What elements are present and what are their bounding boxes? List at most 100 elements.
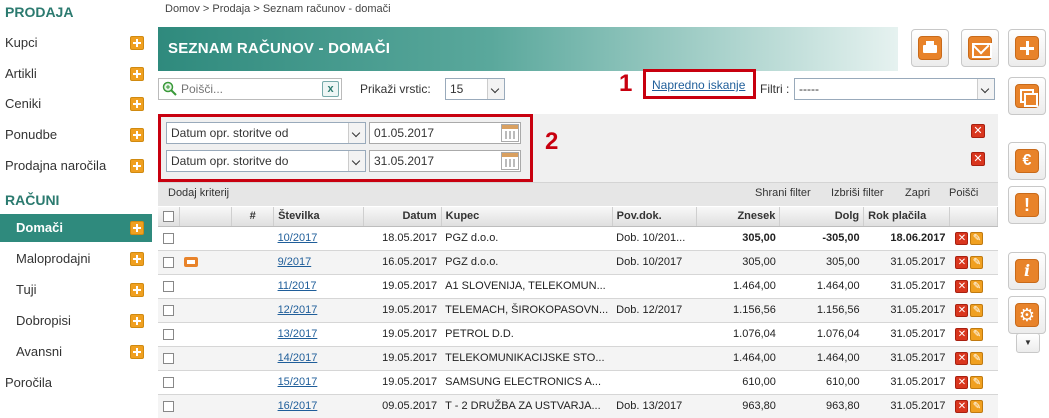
table-row[interactable]: 11/2017 19.05.2017 A1 SLOVENIJA, TELEKOMUN… xyxy=(158,274,998,299)
remove-criterion-icon[interactable]: ✕ xyxy=(971,152,985,166)
add-button[interactable] xyxy=(1008,29,1046,67)
row-checkbox[interactable] xyxy=(163,352,175,364)
invoice-number-link[interactable]: 16/2017 xyxy=(278,400,318,412)
delete-icon[interactable]: ✕ xyxy=(955,231,969,245)
edit-icon[interactable]: ✎ xyxy=(970,399,984,413)
search-input[interactable] xyxy=(181,81,321,97)
delete-icon[interactable]: ✕ xyxy=(955,303,969,317)
row-checkbox[interactable] xyxy=(163,328,175,340)
row-select-cell[interactable] xyxy=(158,250,180,275)
sidebar-item-dobropisi[interactable]: Dobropisi xyxy=(0,307,152,335)
filter-select[interactable]: ----- xyxy=(794,78,995,100)
row-select-cell[interactable] xyxy=(158,274,180,299)
add-icon[interactable] xyxy=(130,314,144,328)
remove-criterion-icon[interactable]: ✕ xyxy=(971,124,985,138)
delete-icon[interactable]: ✕ xyxy=(955,255,969,269)
edit-icon[interactable]: ✎ xyxy=(970,327,984,341)
edit-icon[interactable]: ✎ xyxy=(970,279,984,293)
edit-icon[interactable]: ✎ xyxy=(970,303,984,317)
close-button[interactable]: Zapri xyxy=(905,187,930,199)
row-select-cell[interactable] xyxy=(158,370,180,395)
warning-button[interactable]: ! xyxy=(1008,186,1046,224)
column-header-reference[interactable]: Pov.dok. xyxy=(612,207,697,227)
sidebar-item-porocila[interactable]: Poročila xyxy=(0,369,152,397)
delete-icon[interactable]: ✕ xyxy=(955,399,969,413)
table-row[interactable]: 14/2017 19.05.2017 TELEKOMUNIKACIJSKE STO.… xyxy=(158,346,998,371)
add-icon[interactable] xyxy=(130,36,144,50)
table-row[interactable]: 10/2017 18.05.2017 PGZ d.o.o. Dob. 10/201..… xyxy=(158,226,998,251)
column-header-due-date[interactable]: Rok plačila xyxy=(863,207,950,227)
sidebar-item-ponudbe[interactable]: Ponudbe xyxy=(0,121,152,149)
column-header-customer[interactable]: Kupec xyxy=(441,207,613,227)
save-filter-button[interactable]: Shrani filter xyxy=(755,187,811,199)
edit-icon[interactable]: ✎ xyxy=(970,231,984,245)
email-button[interactable] xyxy=(961,29,999,67)
row-checkbox[interactable] xyxy=(163,280,175,292)
edit-icon[interactable]: ✎ xyxy=(970,255,984,269)
row-select-cell[interactable] xyxy=(158,298,180,323)
clear-search-button[interactable]: x xyxy=(322,81,339,97)
add-icon[interactable] xyxy=(130,128,144,142)
row-checkbox[interactable] xyxy=(163,232,175,244)
row-select-cell[interactable] xyxy=(158,394,180,418)
delete-filter-button[interactable]: Izbriši filter xyxy=(831,187,884,199)
table-row[interactable]: 12/2017 19.05.2017 TELEMACH, ŠIROKOPASOVN.… xyxy=(158,298,998,323)
sidebar-item-prodajna-narocila[interactable]: Prodajna naročila xyxy=(0,152,152,180)
sidebar-item-maloprodajni[interactable]: Maloprodajni xyxy=(0,245,152,273)
column-header-debt[interactable]: Dolg xyxy=(779,207,865,227)
table-row[interactable]: 16/2017 09.05.2017 T - 2 DRUŽBA ZA USTVARJ… xyxy=(158,394,998,418)
row-select-cell[interactable] xyxy=(158,346,180,371)
print-button[interactable] xyxy=(911,29,949,67)
row-checkbox[interactable] xyxy=(163,304,175,316)
search-button[interactable]: Poišči xyxy=(949,187,978,199)
select-all-cell[interactable] xyxy=(158,207,181,227)
row-checkbox[interactable] xyxy=(163,256,175,268)
delete-icon[interactable]: ✕ xyxy=(955,351,969,365)
row-select-cell[interactable] xyxy=(158,322,180,347)
invoice-number-link[interactable]: 11/2017 xyxy=(278,280,317,292)
sidebar-item-avansni[interactable]: Avansni xyxy=(0,338,152,366)
delete-icon[interactable]: ✕ xyxy=(955,279,969,293)
more-options-button[interactable]: ▼ xyxy=(1016,333,1040,353)
row-select-cell[interactable] xyxy=(158,226,180,251)
sidebar-item-artikli[interactable]: Artikli xyxy=(0,60,152,88)
add-icon[interactable] xyxy=(130,283,144,297)
column-header-index[interactable]: # xyxy=(231,207,275,227)
row-checkbox[interactable] xyxy=(163,400,175,412)
add-icon[interactable] xyxy=(130,67,144,81)
sidebar-item-domaci[interactable]: Domači xyxy=(0,214,152,242)
delete-icon[interactable]: ✕ xyxy=(955,327,969,341)
add-criterion-button[interactable]: Dodaj kriterij xyxy=(168,187,229,199)
add-icon[interactable] xyxy=(130,221,144,235)
add-icon[interactable] xyxy=(130,252,144,266)
breadcrumb[interactable]: Domov > Prodaja > Seznam računov - domač… xyxy=(165,3,391,15)
select-all-checkbox[interactable] xyxy=(163,210,175,222)
sidebar-item-ceniki[interactable]: Ceniki xyxy=(0,90,152,118)
invoice-number-link[interactable]: 12/2017 xyxy=(278,304,318,316)
sidebar-item-kupci[interactable]: Kupci xyxy=(0,29,152,57)
edit-icon[interactable]: ✎ xyxy=(970,375,984,389)
advanced-search-link[interactable]: Napredno iskanje xyxy=(652,78,745,92)
add-icon[interactable] xyxy=(130,159,144,173)
edit-icon[interactable]: ✎ xyxy=(970,351,984,365)
rows-per-page-select[interactable]: 15 xyxy=(445,78,505,100)
invoice-number-link[interactable]: 13/2017 xyxy=(278,328,318,340)
payment-button[interactable]: € xyxy=(1008,142,1046,180)
column-header-number[interactable]: Številka xyxy=(273,207,364,227)
delete-icon[interactable]: ✕ xyxy=(955,375,969,389)
invoice-number-link[interactable]: 10/2017 xyxy=(278,232,318,244)
add-icon[interactable] xyxy=(130,97,144,111)
settings-button[interactable]: ⚙ xyxy=(1008,296,1046,334)
column-header-amount[interactable]: Znesek xyxy=(696,207,781,227)
invoice-number-link[interactable]: 14/2017 xyxy=(278,352,318,364)
table-row[interactable]: 13/2017 19.05.2017 PETROL D.D. 1.076,04 1.07… xyxy=(158,322,998,347)
table-row[interactable]: 9/2017 16.05.2017 PGZ d.o.o. Dob. 10/2017 30… xyxy=(158,250,998,275)
invoice-number-link[interactable]: 15/2017 xyxy=(278,376,318,388)
add-icon[interactable] xyxy=(130,345,144,359)
sidebar-item-tuji[interactable]: Tuji xyxy=(0,276,152,304)
invoice-number-link[interactable]: 9/2017 xyxy=(278,256,312,268)
column-header-date[interactable]: Datum xyxy=(363,207,442,227)
info-button[interactable]: i xyxy=(1008,252,1046,290)
copy-button[interactable] xyxy=(1008,77,1046,115)
row-checkbox[interactable] xyxy=(163,376,175,388)
